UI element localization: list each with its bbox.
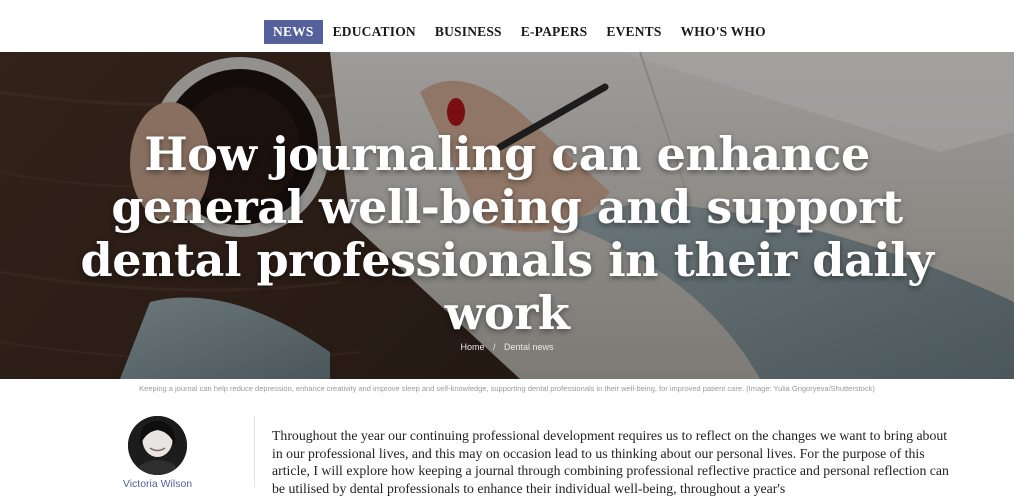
image-caption: Keeping a journal can help reduce depres… [139, 384, 875, 393]
hero-banner: How journaling can enhance general well-… [0, 52, 1014, 379]
breadcrumb: Home / Dental news [0, 342, 1014, 352]
breadcrumb-section[interactable]: Dental news [504, 342, 554, 352]
breadcrumb-home[interactable]: Home [460, 342, 484, 352]
nav-item-e-papers[interactable]: E-PAPERS [512, 20, 597, 44]
nav-item-news[interactable]: NEWS [264, 20, 323, 44]
main-nav: NEWS EDUCATION BUSINESS E-PAPERS EVENTS … [0, 0, 1014, 52]
nav-item-education[interactable]: EDUCATION [324, 20, 425, 44]
nav-item-business[interactable]: BUSINESS [426, 20, 511, 44]
breadcrumb-separator: / [492, 342, 496, 352]
column-divider [254, 416, 255, 487]
author-photo [128, 416, 187, 475]
nav-item-whos-who[interactable]: WHO'S WHO [672, 20, 775, 44]
nav-menu: NEWS EDUCATION BUSINESS E-PAPERS EVENTS … [264, 20, 776, 44]
author-name[interactable]: Victoria Wilson [100, 478, 215, 490]
author-avatar[interactable] [128, 416, 187, 475]
article-title: How journaling can enhance general well-… [80, 127, 934, 340]
nav-item-events[interactable]: EVENTS [597, 20, 670, 44]
